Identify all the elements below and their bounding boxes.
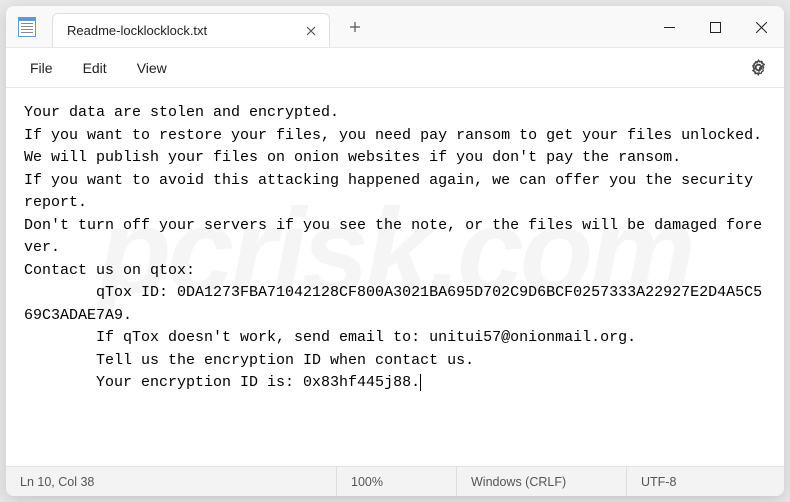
status-zoom[interactable]: 100% [336, 467, 456, 496]
status-encoding: UTF-8 [626, 467, 784, 496]
content-line: qTox ID: 0DA1273FBA71042128CF800A3021BA6… [24, 282, 766, 327]
tab-close-button[interactable] [303, 23, 319, 39]
content-line: If qTox doesn't work, send email to: uni… [24, 327, 766, 350]
content-line: Contact us on qtox: [24, 260, 766, 283]
content-line: Tell us the encryption ID when contact u… [24, 350, 766, 373]
titlebar: Readme-locklocklock.txt [6, 6, 784, 48]
plus-icon [349, 21, 361, 33]
menu-edit[interactable]: Edit [69, 54, 121, 82]
content-line: Your encryption ID is: 0x83hf445j88. [24, 372, 766, 395]
app-icon [6, 6, 48, 47]
menu-view[interactable]: View [123, 54, 181, 82]
tab-title: Readme-locklocklock.txt [67, 23, 207, 38]
new-tab-button[interactable] [338, 21, 372, 33]
close-icon [306, 26, 316, 36]
content-line: Don't turn off your servers if you see t… [24, 215, 766, 260]
tab-active[interactable]: Readme-locklocklock.txt [52, 13, 330, 47]
titlebar-drag-area[interactable] [372, 6, 646, 47]
text-cursor [420, 374, 421, 391]
menu-file[interactable]: File [16, 54, 67, 82]
status-line-ending: Windows (CRLF) [456, 467, 626, 496]
settings-button[interactable] [742, 52, 774, 84]
status-position: Ln 10, Col 38 [6, 467, 336, 496]
text-editor-content[interactable]: Your data are stolen and encrypted.If yo… [6, 88, 784, 466]
close-button[interactable] [738, 6, 784, 48]
content-line: We will publish your files on onion webs… [24, 147, 766, 170]
menubar: File Edit View [6, 48, 784, 88]
close-icon [756, 22, 767, 33]
statusbar: Ln 10, Col 38 100% Windows (CRLF) UTF-8 [6, 466, 784, 496]
window-controls [646, 6, 784, 47]
notepad-icon [18, 17, 36, 37]
gear-icon [750, 59, 767, 76]
content-line: If you want to restore your files, you n… [24, 125, 766, 148]
maximize-button[interactable] [692, 6, 738, 48]
content-line: Your data are stolen and encrypted. [24, 102, 766, 125]
notepad-window: Readme-locklocklock.txt File Edit View [6, 6, 784, 496]
minimize-button[interactable] [646, 6, 692, 48]
minimize-icon [664, 22, 675, 33]
content-line: If you want to avoid this attacking happ… [24, 170, 766, 215]
maximize-icon [710, 22, 721, 33]
